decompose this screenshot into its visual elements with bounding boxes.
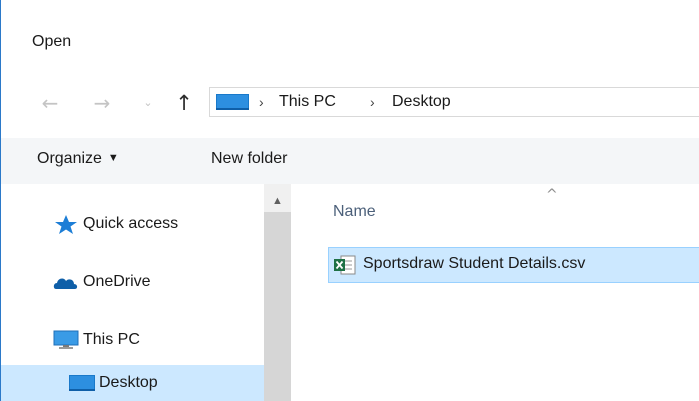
breadcrumb-this-pc[interactable]: This PC [279, 93, 336, 111]
desktop-icon [69, 375, 95, 391]
recent-locations-chevron-icon[interactable]: ⌄ [140, 90, 156, 116]
scrollbar-thumb[interactable] [264, 212, 291, 401]
command-toolbar: Organize ▼ New folder [1, 138, 699, 185]
address-bar[interactable]: › This PC › Desktop [209, 87, 699, 117]
sort-ascending-icon: ^ [546, 187, 558, 203]
breadcrumb-separator[interactable]: › [259, 94, 264, 110]
breadcrumb-separator[interactable]: › [370, 94, 375, 110]
organize-button[interactable]: Organize ▼ [37, 150, 119, 168]
open-dialog: Open ← → ⌄ ↑ › This PC › Desktop Organiz… [0, 0, 699, 401]
nav-item-label: This PC [83, 331, 140, 348]
navigation-pane: Quick access OneDrive This PC Desktop ▲ [1, 184, 291, 401]
breadcrumb-desktop[interactable]: Desktop [392, 93, 451, 111]
nav-item-label: OneDrive [83, 273, 151, 290]
nav-scrollbar[interactable]: ▲ [264, 184, 291, 401]
desktop-icon [216, 94, 249, 110]
nav-item-label: Quick access [83, 215, 179, 232]
file-name: Sportsdraw Student Details.csv [363, 255, 586, 272]
title-bar: Open [1, 0, 699, 82]
excel-csv-icon [334, 255, 356, 275]
navigation-bar: ← → ⌄ ↑ › This PC › Desktop [1, 82, 699, 124]
up-arrow-icon[interactable]: ↑ [171, 90, 197, 116]
file-row[interactable]: Sportsdraw Student Details.csv [328, 247, 699, 283]
new-folder-button[interactable]: New folder [211, 150, 287, 168]
dialog-title: Open [32, 33, 72, 50]
cloud-icon [53, 278, 78, 289]
star-icon [55, 215, 77, 234]
file-list-pane: ^ Name Sportsdraw Student Details.csv [291, 184, 699, 401]
column-header-name[interactable]: Name [333, 203, 376, 221]
dropdown-caret-icon: ▼ [107, 152, 119, 164]
organize-label: Organize [37, 150, 102, 167]
forward-arrow-icon[interactable]: → [89, 90, 115, 116]
nav-item-label: Desktop [99, 374, 158, 391]
back-arrow-icon[interactable]: ← [37, 90, 63, 116]
monitor-icon [53, 330, 79, 349]
scroll-up-arrow-icon[interactable]: ▲ [272, 195, 283, 207]
